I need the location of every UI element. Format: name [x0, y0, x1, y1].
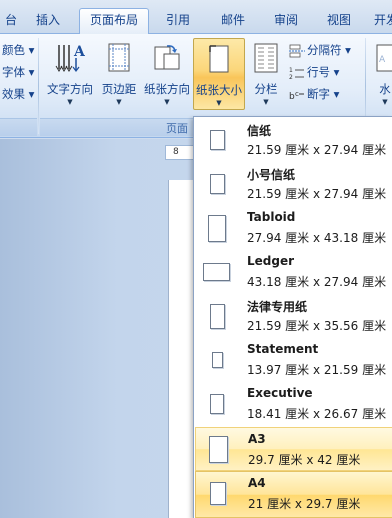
watermark-button[interactable]: A 水 ▼: [370, 38, 392, 108]
orientation-button[interactable]: 纸张方向 ▼: [141, 38, 193, 108]
page-portrait-icon: [208, 215, 226, 242]
paper-size-name: A4: [248, 476, 266, 490]
hyphenation-button[interactable]: bc 断字 ▾: [289, 84, 339, 104]
paper-size-name: 小号信纸: [247, 168, 296, 182]
paper-size-option[interactable]: 法律专用纸 21.59 厘米 x 35.56 厘米: [195, 294, 392, 338]
paper-size-dimensions: 27.94 厘米 x 43.18 厘米: [247, 231, 387, 245]
paper-size-name: Ledger: [247, 254, 295, 268]
tab-view[interactable]: 视图: [319, 9, 359, 34]
hyphenation-icon: bc: [289, 88, 305, 102]
watermark-icon: A: [370, 42, 392, 77]
paper-size-option[interactable]: 小号信纸 21.59 厘米 x 27.94 厘米: [195, 162, 392, 206]
paper-size-dimensions: 13.97 厘米 x 21.59 厘米: [247, 363, 387, 377]
paper-size-dimensions: 29.7 厘米 x 42 厘米: [248, 453, 361, 467]
columns-icon: [247, 42, 285, 77]
breaks-icon: [289, 44, 305, 58]
page-portrait-icon: [210, 304, 225, 329]
paper-size-dimensions: 21 厘米 x 29.7 厘米: [248, 497, 361, 511]
paper-size-icon: [194, 43, 244, 78]
paper-size-name: A3: [248, 432, 266, 446]
page-portrait-icon: [210, 174, 225, 194]
text-direction-button[interactable]: A 文字方向 ▼: [43, 38, 97, 108]
chevron-down-icon: ▼: [164, 98, 170, 106]
orientation-icon: [141, 42, 193, 77]
page-setup-group-label: 页面: [166, 122, 188, 135]
paper-size-name: Statement: [247, 342, 319, 356]
margins-label: 页边距: [101, 82, 137, 96]
paper-size-dimensions: 21.59 厘米 x 35.56 厘米: [247, 319, 387, 333]
theme-effects-button[interactable]: 效果 ▾: [2, 86, 34, 102]
group-divider: [38, 38, 39, 134]
paper-size-option[interactable]: Statement 13.97 厘米 x 21.59 厘米: [195, 338, 392, 382]
text-direction-label: 文字方向: [47, 82, 93, 96]
columns-button[interactable]: 分栏 ▼: [247, 38, 285, 108]
svg-text:A: A: [73, 44, 85, 60]
theme-colors-button[interactable]: 颜色 ▾: [2, 42, 34, 58]
paper-size-label: 纸张大小: [196, 83, 242, 97]
tab-page-layout[interactable]: 页面布局: [79, 8, 149, 35]
paper-size-name: 信纸: [247, 124, 272, 138]
paper-size-name: Tabloid: [247, 210, 296, 224]
tab-review[interactable]: 审阅: [266, 9, 306, 34]
svg-text:A: A: [379, 55, 386, 65]
line-numbers-icon: 12: [289, 66, 305, 81]
paper-size-dimensions: 21.59 厘米 x 27.94 厘米: [247, 143, 387, 157]
chevron-down-icon: ▼: [216, 99, 222, 107]
page-portrait-icon: [212, 352, 223, 368]
watermark-label: 水: [379, 82, 391, 96]
chevron-down-icon: ▼: [116, 98, 122, 106]
paper-size-option[interactable]: Executive 18.41 厘米 x 26.67 厘米: [195, 382, 392, 426]
paper-size-dimensions: 43.18 厘米 x 27.94 厘米: [247, 275, 387, 289]
tab-developer[interactable]: 开发: [371, 9, 392, 34]
orientation-label: 纸张方向: [144, 82, 190, 96]
chevron-down-icon: ▼: [67, 98, 73, 106]
paper-size-option-a3[interactable]: A3 29.7 厘米 x 42 厘米: [195, 427, 392, 471]
tab-insert[interactable]: 插入: [28, 9, 68, 34]
ruler-mark: 8: [173, 147, 179, 157]
paper-size-dimensions: 18.41 厘米 x 26.67 厘米: [247, 407, 387, 421]
paper-size-name: Executive: [247, 386, 313, 400]
page-portrait-icon: [210, 394, 224, 414]
margins-button[interactable]: 页边距 ▼: [97, 38, 141, 108]
line-numbers-button[interactable]: 12 行号 ▾: [289, 62, 339, 82]
ribbon-tab-bar: 台 插入 页面布局 引用 邮件 审阅 视图 开发: [0, 0, 392, 35]
text-direction-icon: A: [43, 42, 97, 77]
breaks-label: 分隔符 ▾: [307, 43, 351, 57]
paper-size-name: 法律专用纸: [247, 300, 308, 314]
paper-size-option-a4[interactable]: A4 21 厘米 x 29.7 厘米: [195, 471, 392, 518]
paper-size-button[interactable]: 纸张大小 ▼: [193, 38, 245, 110]
svg-text:1: 1: [289, 67, 293, 74]
line-numbers-label: 行号 ▾: [307, 65, 340, 79]
svg-text:c: c: [295, 90, 299, 98]
tab-home[interactable]: 台: [0, 9, 22, 34]
paper-size-option[interactable]: Ledger 43.18 厘米 x 27.94 厘米: [195, 250, 392, 294]
page-landscape-icon: [203, 263, 230, 281]
themes-group-footer: [0, 118, 37, 136]
paper-size-dimensions: 21.59 厘米 x 27.94 厘米: [247, 187, 387, 201]
columns-label: 分栏: [254, 82, 278, 96]
page-portrait-icon: [210, 130, 225, 150]
page-portrait-icon: [210, 482, 226, 505]
theme-fonts-button[interactable]: 字体 ▾: [2, 64, 34, 80]
breaks-button[interactable]: 分隔符 ▾: [289, 40, 351, 60]
hyphenation-label: 断字 ▾: [307, 87, 340, 101]
paper-size-option[interactable]: Tabloid 27.94 厘米 x 43.18 厘米: [195, 206, 392, 250]
paper-size-option[interactable]: 信纸 21.59 厘米 x 27.94 厘米: [195, 118, 392, 162]
tab-mailings[interactable]: 邮件: [213, 9, 253, 34]
chevron-down-icon: ▼: [382, 98, 388, 106]
paper-size-gallery: 信纸 21.59 厘米 x 27.94 厘米 小号信纸 21.59 厘米 x 2…: [193, 116, 392, 518]
chevron-down-icon: ▼: [263, 98, 269, 106]
page-portrait-icon: [209, 436, 228, 463]
svg-text:2: 2: [289, 74, 293, 80]
tab-references[interactable]: 引用: [158, 9, 198, 34]
margins-icon: [97, 42, 141, 77]
